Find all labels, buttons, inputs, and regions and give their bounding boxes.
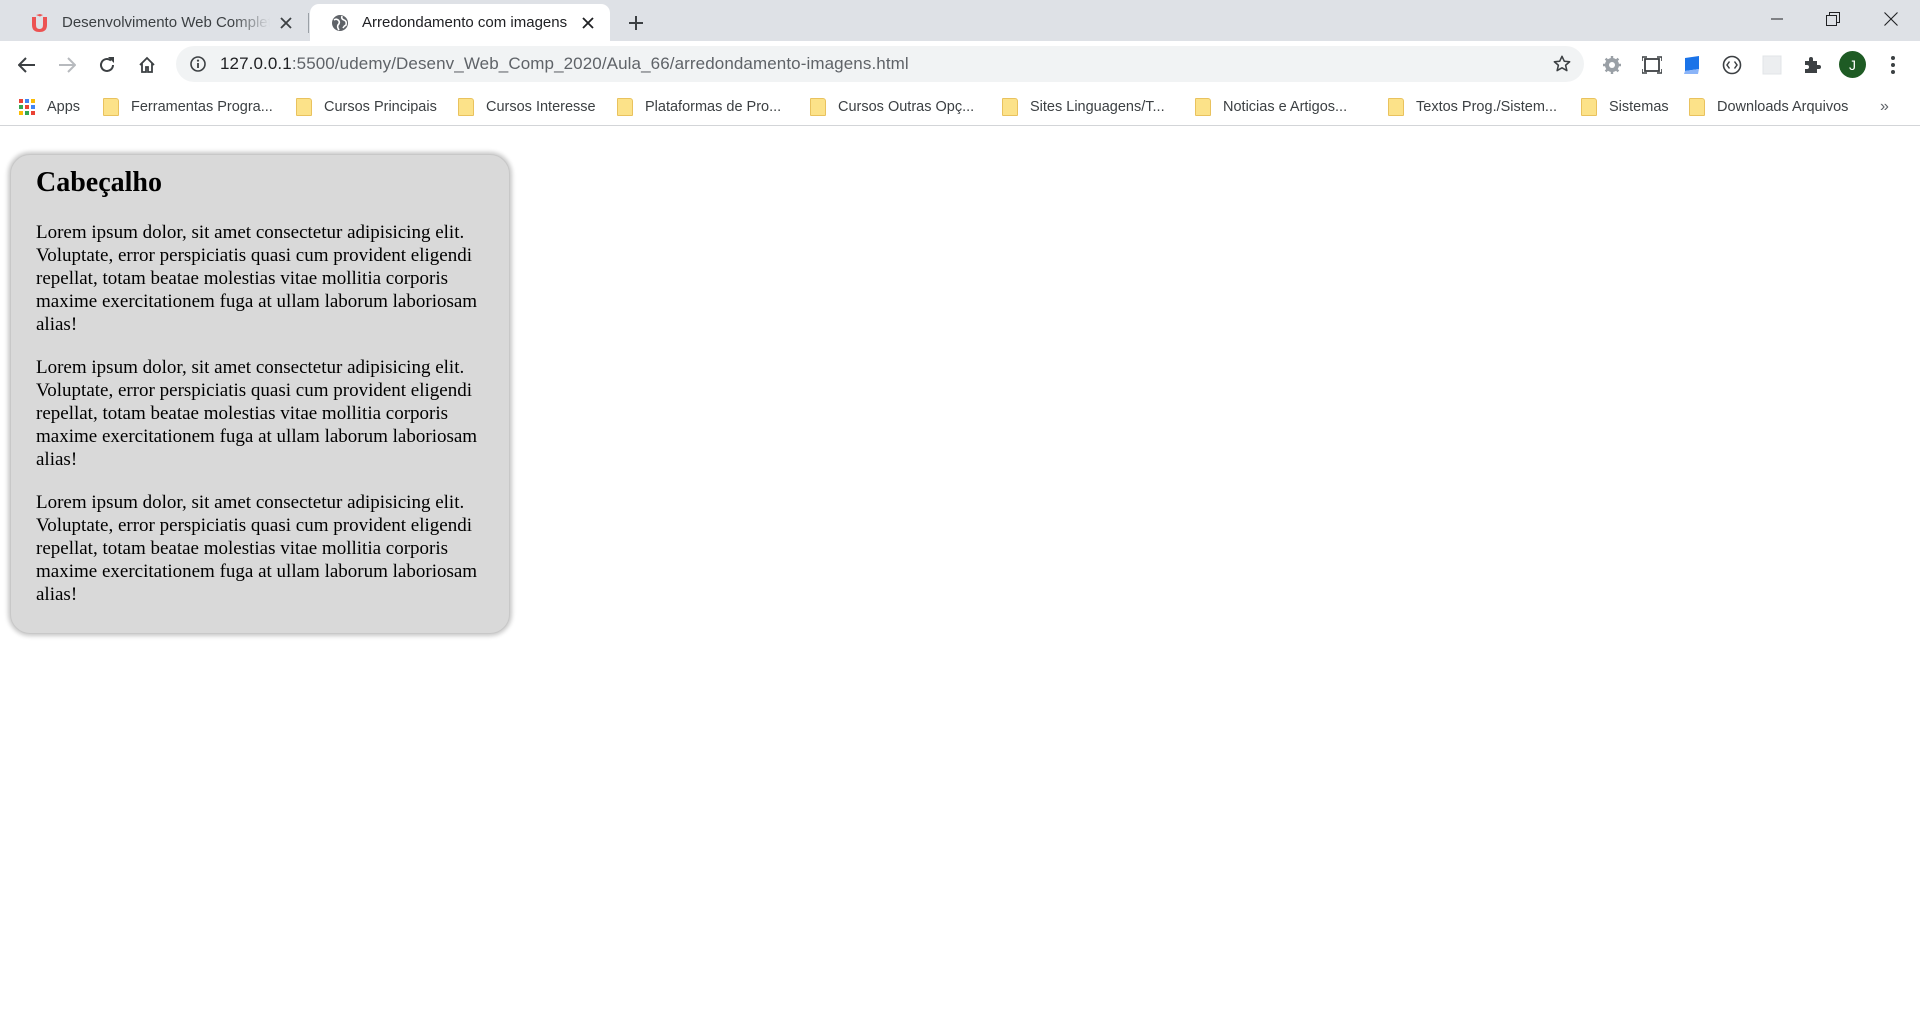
bookmarks-bar: Apps Ferramentas Progra... Cursos Princi… <box>0 88 1920 126</box>
bookmark-label: Cursos Interesse <box>486 99 596 115</box>
blank-extension-icon[interactable] <box>1759 52 1785 78</box>
bookmark-label: Cursos Principais <box>324 99 437 115</box>
browser-toolbar: 127.0.0.1:5500/udemy/Desenv_Web_Comp_202… <box>0 41 1920 88</box>
folder-icon <box>1581 98 1597 116</box>
tab-separator <box>308 13 309 33</box>
url-host: 127.0.0.1 <box>220 54 292 73</box>
folder-icon <box>1002 98 1018 116</box>
bookmark-folder[interactable]: Cursos Outras Opç... <box>810 94 974 120</box>
bookmark-folder[interactable]: Textos Prog./Sistem... <box>1388 94 1557 120</box>
tab-title: Arredondamento com imagens <box>362 14 568 31</box>
folder-icon <box>810 98 826 116</box>
site-info-icon[interactable] <box>188 54 208 74</box>
udemy-icon <box>30 13 50 33</box>
bookmark-label: Cursos Outras Opç... <box>838 99 975 115</box>
new-tab-button[interactable] <box>622 9 650 37</box>
folder-icon <box>458 98 474 116</box>
bookmark-label: Sites Linguagens/T... <box>1030 99 1165 115</box>
bookmark-label: Plataformas de Pro... <box>645 99 782 115</box>
globe-icon <box>330 13 350 33</box>
close-tab-icon[interactable] <box>578 13 598 33</box>
bookmark-folder[interactable]: Downloads Arquivos <box>1689 94 1848 120</box>
url-path: :5500/udemy/Desenv_Web_Comp_2020/Aula_66… <box>291 54 909 73</box>
bookmark-label: Apps <box>47 99 81 115</box>
bookmark-label: Ferramentas Progra... <box>131 99 273 115</box>
bookmark-label: Noticias e Artigos... <box>1223 99 1348 115</box>
bookmark-label: Textos Prog./Sistem... <box>1416 99 1558 115</box>
forward-button[interactable] <box>51 49 83 81</box>
folder-icon <box>1195 98 1211 116</box>
restore-button[interactable] <box>1804 0 1862 38</box>
close-window-button[interactable] <box>1862 0 1920 38</box>
extension-gear-icon[interactable] <box>1599 52 1625 78</box>
plus-icon <box>629 16 643 30</box>
paragraph: Lorem ipsum dolor, sit amet consectetur … <box>36 357 478 470</box>
arrow-right-icon <box>59 57 76 73</box>
menu-kebab-icon[interactable] <box>1880 52 1906 78</box>
close-icon <box>1884 12 1898 26</box>
bookmark-star-icon[interactable] <box>1550 52 1574 76</box>
tab-desenvolvimento-web[interactable]: Desenvolvimento Web Completo <box>10 4 308 41</box>
bookmark-folder[interactable]: Cursos Principais <box>296 94 437 120</box>
url-text[interactable]: 127.0.0.1:5500/udemy/Desenv_Web_Comp_202… <box>220 54 909 74</box>
bookmark-folder[interactable]: Noticias e Artigos... <box>1195 94 1347 120</box>
apps-grid-icon <box>19 99 35 115</box>
reload-button[interactable] <box>91 49 123 81</box>
tab-arredondamento[interactable]: Arredondamento com imagens <box>310 4 610 41</box>
folder-icon <box>1689 98 1705 116</box>
arrow-left-icon <box>18 57 35 73</box>
back-button[interactable] <box>11 49 43 81</box>
folder-icon <box>296 98 312 116</box>
close-tab-icon[interactable] <box>276 13 296 33</box>
bookmark-label: Sistemas <box>1609 99 1669 115</box>
folder-icon <box>617 98 633 116</box>
bookmark-folder[interactable]: Sites Linguagens/T... <box>1002 94 1165 120</box>
reload-icon <box>100 57 114 72</box>
bookmark-label: Downloads Arquivos <box>1717 99 1849 115</box>
page-viewport: Cabeçalho Lorem ipsum dolor, sit amet co… <box>0 126 1920 1030</box>
minimize-button[interactable] <box>1748 0 1806 38</box>
tab-title: Desenvolvimento Web Completo <box>62 14 270 31</box>
home-button[interactable] <box>131 49 163 81</box>
paragraph: Lorem ipsum dolor, sit amet consectetur … <box>36 492 478 605</box>
restore-icon <box>1826 12 1840 26</box>
bookmark-folder[interactable]: Cursos Interesse <box>458 94 596 120</box>
code-extension-icon[interactable] <box>1719 52 1745 78</box>
minimize-icon <box>1771 18 1783 20</box>
translate-extension-icon[interactable] <box>1679 52 1705 78</box>
address-bar[interactable]: 127.0.0.1:5500/udemy/Desenv_Web_Comp_202… <box>176 46 1584 82</box>
bookmark-folder[interactable]: Plataformas de Pro... <box>617 94 781 120</box>
bookmark-folder[interactable]: Ferramentas Progra... <box>103 94 273 120</box>
screenshot-extension-icon[interactable] <box>1639 52 1665 78</box>
folder-icon <box>1388 98 1404 116</box>
tab-strip: Desenvolvimento Web Completo Arredondame… <box>0 0 1920 41</box>
profile-avatar[interactable]: J <box>1839 51 1866 78</box>
bookmark-folder[interactable]: Sistemas <box>1581 94 1669 120</box>
bookmark-apps[interactable]: Apps <box>19 94 80 120</box>
rounded-box: Cabeçalho Lorem ipsum dolor, sit amet co… <box>10 154 510 634</box>
home-icon <box>139 56 155 73</box>
folder-icon <box>103 98 119 116</box>
puzzle-extensions-icon[interactable] <box>1799 52 1825 78</box>
page-heading: Cabeçalho <box>36 167 162 198</box>
paragraph: Lorem ipsum dolor, sit amet consectetur … <box>36 222 478 335</box>
bookmarks-overflow-chevron-icon[interactable]: » <box>1880 98 1889 116</box>
